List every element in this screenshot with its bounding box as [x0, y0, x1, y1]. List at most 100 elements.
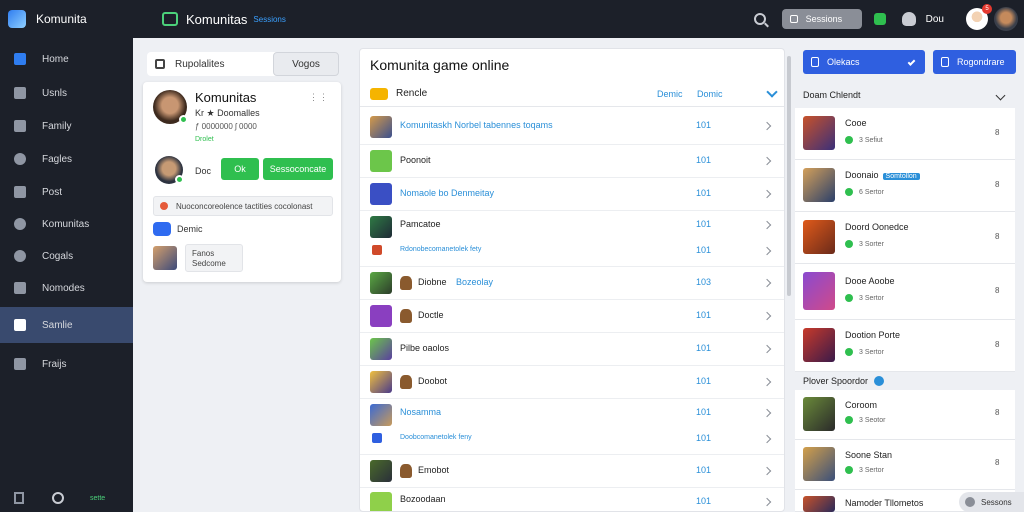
- item-num: 8: [995, 458, 1000, 467]
- sidebar-item-family[interactable]: Family: [0, 109, 133, 143]
- right-panel: Olekacs Rogondrare Doam Chlendt Cooe 3 S…: [795, 38, 1024, 512]
- game-thumbnail: [370, 116, 392, 138]
- row-label: Demic: [177, 224, 203, 234]
- chevron-right-icon: [762, 434, 772, 444]
- list-item[interactable]: Dooe Aoobe 3 Sertor 8: [795, 264, 1015, 320]
- item-meta: 3 Seotor: [845, 416, 885, 424]
- alert-icon: [160, 202, 168, 210]
- app-logo-icon[interactable]: [8, 10, 26, 28]
- list-item[interactable]: Doonaio Somtollon 6 Sertor 8: [795, 160, 1015, 212]
- online-dot: [179, 115, 188, 124]
- chevron-right-icon: [762, 344, 772, 354]
- list-item[interactable]: Bozoodaan 101: [360, 488, 784, 511]
- section-header[interactable]: Doam Chlendt: [795, 82, 1024, 108]
- circle-icon[interactable]: [52, 492, 64, 504]
- modes-icon: [14, 282, 26, 294]
- list-item[interactable]: Emobot 101: [360, 455, 784, 488]
- checkbox-icon[interactable]: [155, 59, 165, 69]
- list-item[interactable]: Cooe 3 Sefiut 8: [795, 108, 1015, 160]
- tab-label[interactable]: Rupolalites: [175, 59, 224, 70]
- list-item[interactable]: Pilbe oaolos 101: [360, 333, 784, 366]
- brand-title: Komunitas: [186, 11, 248, 27]
- game-list-panel: Komunita game online Rencle Demic Domic …: [359, 48, 785, 512]
- item-meta: 3 Sefiut: [845, 136, 883, 144]
- search-icon[interactable]: [753, 13, 766, 25]
- rogondrare-button[interactable]: Rogondrare: [933, 50, 1016, 74]
- family-icon: [14, 120, 26, 132]
- eagles-icon: [14, 153, 26, 165]
- left-panel-tabs: Rupolalites Vogos: [147, 52, 339, 76]
- sidebar-item-users[interactable]: Usnls: [0, 76, 133, 110]
- more-icon[interactable]: ⋮⋮: [309, 92, 329, 103]
- column-header[interactable]: Demic: [657, 89, 683, 99]
- list-item[interactable]: Doord Oonedce 3 Sorter 8: [795, 212, 1015, 264]
- button-label: Rogondrare: [957, 57, 1005, 67]
- sidebar-item-home[interactable]: Home: [0, 42, 133, 76]
- sidebar-item-komunitas[interactable]: Komunitas: [0, 207, 133, 241]
- list-item[interactable]: Diobne Bozeolay 103: [360, 267, 784, 300]
- item-label: Pamcatoe: [400, 219, 441, 229]
- puzzle-icon[interactable]: [901, 12, 916, 26]
- meta-text: 3 Sefiut: [859, 136, 883, 144]
- olekacs-button[interactable]: Olekacs: [803, 50, 925, 74]
- item-count: 101: [696, 496, 712, 506]
- floating-sessions-button[interactable]: Sessons: [959, 492, 1024, 512]
- sidebar-item-modes[interactable]: Nomodes: [0, 271, 133, 305]
- status-icon[interactable]: [873, 13, 886, 25]
- doc-label: Doc: [195, 166, 212, 176]
- list-item[interactable]: Pamcatoe 101 Rdonobecomanetolek fety 101: [360, 211, 784, 267]
- sidebar-item-label: Fagles: [42, 153, 73, 165]
- chevron-right-icon: [762, 156, 772, 166]
- item-name: Doonaio Somtollon: [845, 170, 920, 180]
- list-scrollbar[interactable]: [787, 56, 791, 296]
- item-count: 101: [696, 245, 712, 255]
- profile-stat: ƒ 0000000 ʃ 0000: [195, 122, 257, 131]
- user-label[interactable]: Dou: [926, 14, 944, 25]
- avatar[interactable]: 5: [966, 4, 992, 30]
- tab-button[interactable]: Vogos: [273, 52, 339, 76]
- list-item[interactable]: Coroom 3 Seotor 8: [795, 390, 1015, 440]
- meta-text: 3 Sertor: [859, 294, 884, 302]
- chip-sub: Sedcome: [192, 259, 226, 268]
- list-item[interactable]: Poonoit 101: [360, 145, 784, 178]
- game-thumbnail: [370, 216, 392, 238]
- action-button[interactable]: Sessoconcate: [263, 158, 333, 180]
- list-item[interactable]: Nosamma 101 Doobcomanetolek feny 101: [360, 399, 784, 455]
- chevron-down-icon[interactable]: [766, 86, 778, 98]
- list-item[interactable]: Doobot 101: [360, 366, 784, 399]
- panel-icon[interactable]: [14, 492, 24, 504]
- sessions-button[interactable]: Sessions: [781, 9, 862, 29]
- footer-text[interactable]: sette: [90, 495, 105, 502]
- sidebar-item-label: Samlie: [42, 319, 73, 331]
- sidebar-item-label: Fraijs: [42, 358, 67, 370]
- sidebar-item-friends[interactable]: Fraijs: [0, 347, 133, 381]
- item-label: Doctle: [418, 310, 444, 320]
- secondary-avatar[interactable]: [155, 156, 184, 184]
- item-label: Komunitaskh Norbel tabennes toqams: [400, 120, 553, 130]
- ok-button[interactable]: Ok: [221, 158, 259, 180]
- game-thumbnail[interactable]: [153, 246, 177, 270]
- profile-avatar[interactable]: [994, 7, 1018, 31]
- game-chip[interactable]: Fanos Sedcome: [185, 244, 243, 272]
- sidebar-item-label: Nomodes: [42, 282, 85, 294]
- avatar[interactable]: [153, 90, 188, 124]
- item-label: Bozoodaan: [400, 494, 446, 504]
- list-item[interactable]: Doctle 101: [360, 300, 784, 333]
- header-label: Rencle: [396, 88, 428, 99]
- list-item[interactable]: Soone Stan 3 Sertor 8: [795, 440, 1015, 490]
- sidebar-item-samlie[interactable]: Samlie: [0, 307, 133, 343]
- list-item[interactable]: Komunitaskh Norbel tabennes toqams 101: [360, 109, 784, 145]
- square-icon: [789, 15, 798, 23]
- settings-icon: [14, 319, 26, 331]
- sidebar-item-goals[interactable]: Cogals: [0, 239, 133, 273]
- note-field[interactable]: Nuoconcoreolence tactities cocolonast: [153, 196, 333, 216]
- meta-text: 3 Sertor: [859, 466, 884, 474]
- sidebar-item-post[interactable]: Post: [0, 175, 133, 209]
- list-item[interactable]: Nomaole bo Denmeitay 101: [360, 178, 784, 211]
- discord-row[interactable]: Demic: [153, 222, 203, 236]
- list-item[interactable]: Dootion Porte 3 Sertor 8: [795, 320, 1015, 372]
- chevron-right-icon: [762, 311, 772, 321]
- column-header[interactable]: Domic: [697, 89, 723, 99]
- sidebar-item-eagles[interactable]: Fagles: [0, 142, 133, 176]
- item-count: 101: [696, 465, 712, 475]
